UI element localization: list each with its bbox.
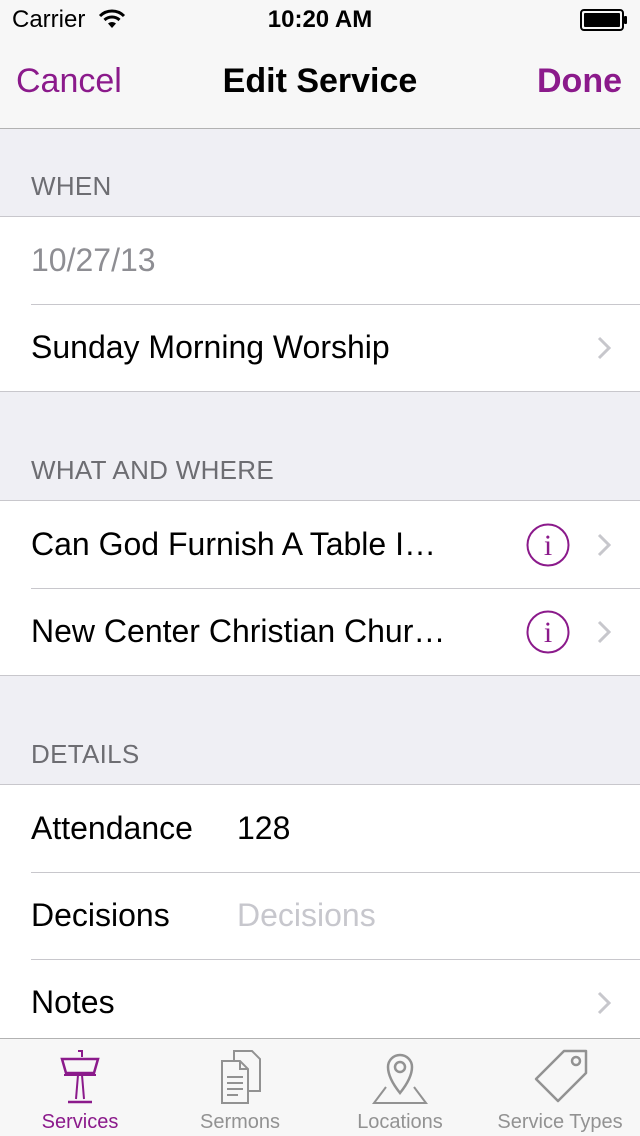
chevron-right-icon — [597, 533, 611, 557]
tab-service-types[interactable]: Service Types — [480, 1039, 640, 1136]
map-pin-icon — [372, 1053, 428, 1104]
attendance-field[interactable]: 128 — [237, 810, 290, 847]
chevron-right-icon — [597, 336, 611, 360]
tab-sermons[interactable]: Sermons — [160, 1039, 320, 1136]
tag-icon — [534, 1049, 588, 1103]
battery-icon — [580, 9, 627, 31]
attendance-cell: Attendance 128 — [0, 785, 640, 872]
sermon-value: Can God Furnish A Table I… — [31, 526, 436, 562]
notes-label: Notes — [31, 984, 115, 1020]
location-value: New Center Christian Chur… — [31, 613, 446, 649]
done-button[interactable]: Done — [537, 62, 622, 101]
chevron-right-icon — [597, 991, 611, 1015]
section-header-when: WHEN — [31, 171, 112, 201]
documents-icon — [221, 1050, 261, 1104]
notes-cell[interactable]: Notes — [0, 959, 640, 1046]
what-where-group: Can God Furnish A Table I… i New Center … — [0, 500, 640, 676]
tab-bar: Services Sermons Locations Service Types — [0, 1038, 640, 1136]
sermon-cell[interactable]: Can God Furnish A Table I… i — [0, 501, 640, 588]
tab-label: Sermons — [199, 1111, 281, 1133]
tab-label: Locations — [357, 1111, 443, 1133]
location-cell[interactable]: New Center Christian Chur… i — [0, 588, 640, 675]
service-type-cell[interactable]: Sunday Morning Worship — [0, 304, 640, 391]
decisions-field[interactable]: Decisions — [237, 897, 376, 934]
status-time: 10:20 AM — [267, 6, 373, 33]
attendance-label: Attendance — [31, 810, 193, 846]
chevron-right-icon — [597, 620, 611, 644]
tab-services[interactable]: Services — [0, 1039, 160, 1136]
tab-label: Service Types — [497, 1111, 623, 1133]
tab-label: Services — [41, 1111, 119, 1133]
service-type-value: Sunday Morning Worship — [31, 329, 390, 365]
when-group: 10/27/13 Sunday Morning Worship — [0, 216, 640, 392]
svg-text:i: i — [544, 529, 552, 562]
date-cell[interactable]: 10/27/13 — [0, 217, 640, 304]
decisions-cell: Decisions Decisions — [0, 872, 640, 959]
date-value: 10/27/13 — [31, 242, 156, 278]
decisions-label: Decisions — [31, 897, 170, 933]
info-icon[interactable]: i — [526, 610, 570, 654]
info-icon[interactable]: i — [526, 523, 570, 567]
navigation-bar: Cancel Edit Service Done — [0, 40, 640, 129]
details-group: Attendance 128 Decisions Decisions Notes — [0, 784, 640, 1046]
status-bar: Carrier 10:20 AM — [0, 0, 640, 40]
svg-text:i: i — [544, 616, 552, 649]
section-header-details: DETAILS — [31, 739, 140, 769]
lectern-icon — [60, 1050, 100, 1104]
section-header-what-where: WHAT AND WHERE — [31, 455, 275, 485]
tab-locations[interactable]: Locations — [320, 1039, 480, 1136]
